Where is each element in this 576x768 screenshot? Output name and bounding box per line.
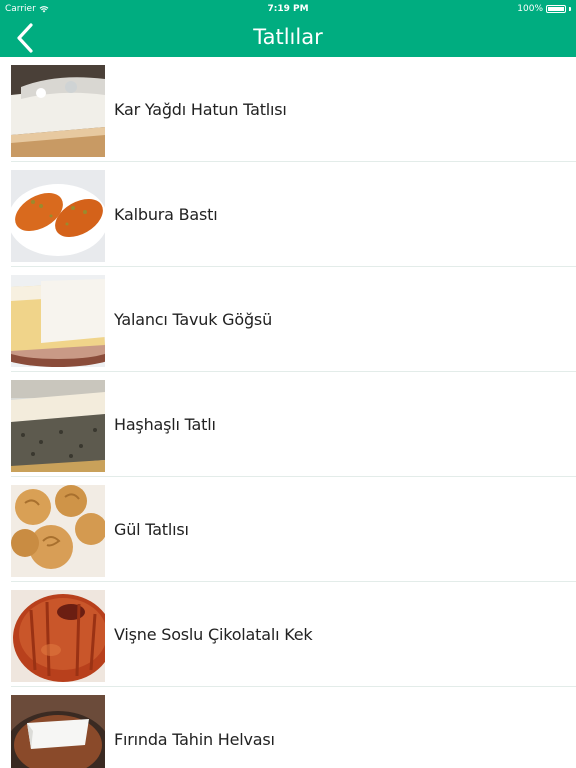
item-label: Gül Tatlısı [114,520,189,539]
item-label: Kalbura Bastı [114,205,218,224]
poppy-seed-cake-photo [11,380,105,472]
navigation-bar: Tatlılar [0,18,576,57]
rose-dessert-photo [11,485,105,577]
kalbura-basti-photo [11,170,105,262]
status-bar: Carrier 7:19 PM 100% [0,0,576,18]
list-item[interactable]: Vişne Soslu Çikolatalı Kek [0,582,576,687]
coconut-dessert-photo [11,65,105,157]
bundt-cake-photo [11,590,105,682]
page-title: Tatlılar [253,25,323,49]
battery-indicator: 100% [517,4,571,14]
item-label: Haşhaşlı Tatlı [114,415,216,434]
item-label: Vişne Soslu Çikolatalı Kek [114,625,313,644]
tahini-halva-photo [11,695,105,768]
list-item[interactable]: Kar Yağdı Hatun Tatlısı [0,57,576,162]
milk-pudding-photo [11,275,105,367]
item-label: Yalancı Tavuk Göğsü [114,310,273,329]
list-item[interactable]: Yalancı Tavuk Göğsü [0,267,576,372]
list-item[interactable]: Haşhaşlı Tatlı [0,372,576,477]
battery-icon [546,5,566,13]
item-label: Fırında Tahin Helvası [114,730,275,749]
list-item[interactable]: Fırında Tahin Helvası [0,687,576,768]
list-item[interactable]: Kalbura Bastı [0,162,576,267]
list-item[interactable]: Gül Tatlısı [0,477,576,582]
battery-percent: 100% [517,4,543,14]
item-label: Kar Yağdı Hatun Tatlısı [114,100,287,119]
status-time: 7:19 PM [267,4,309,14]
dessert-list[interactable]: Kar Yağdı Hatun Tatlısı Kalbura Bastı Ya… [0,57,576,768]
